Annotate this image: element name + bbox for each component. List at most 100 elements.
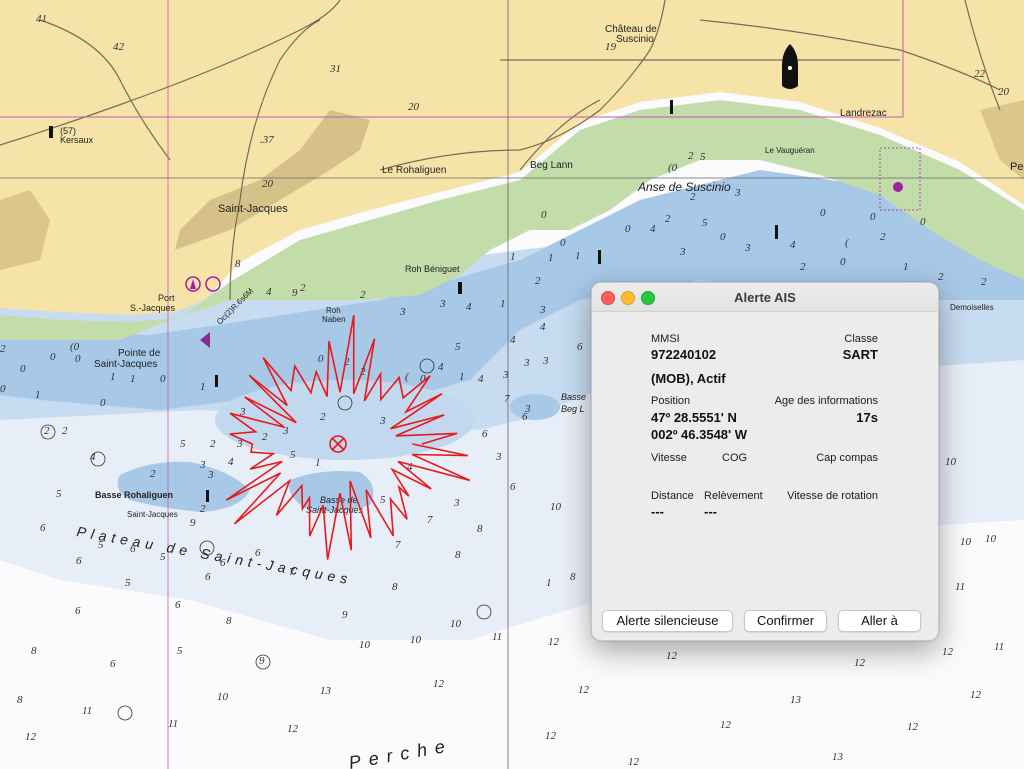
svg-text:10: 10 [359, 639, 371, 651]
small-shoal [510, 394, 560, 420]
svg-text:41: 41 [36, 13, 47, 25]
distance-value: --- [651, 504, 664, 519]
svg-text:5: 5 [700, 151, 706, 163]
svg-text:0: 0 [20, 363, 26, 375]
svg-text:3: 3 [734, 187, 741, 199]
label-basse-rohaliguen: Basse Rohaliguen [95, 490, 173, 500]
svg-text:8: 8 [455, 549, 461, 561]
svg-text:6: 6 [510, 481, 516, 493]
svg-text:10: 10 [945, 456, 957, 468]
svg-text:1: 1 [546, 577, 552, 589]
svg-text:8: 8 [477, 523, 483, 535]
svg-text:12: 12 [548, 636, 560, 648]
go-to-button[interactable]: Aller à [838, 610, 921, 632]
svg-text:12: 12 [545, 730, 557, 742]
svg-text:10: 10 [450, 618, 462, 630]
svg-text:6: 6 [76, 555, 82, 567]
svg-text:13: 13 [790, 694, 802, 706]
svg-text:(0: (0 [668, 162, 678, 174]
label-basse-beg-2: Beg L [561, 404, 585, 414]
svg-text:12: 12 [942, 646, 954, 658]
label-le-rohaliguen: Le Rohaliguen [382, 165, 447, 176]
svg-text:3: 3 [379, 415, 386, 427]
svg-text:6: 6 [175, 599, 181, 611]
label-basse-sj-2: Saint-Jacques [306, 505, 364, 515]
svg-text:0: 0 [625, 223, 631, 235]
svg-text:20: 20 [998, 86, 1010, 98]
svg-text:9: 9 [342, 609, 348, 621]
svg-text:1: 1 [110, 371, 116, 383]
relevement-label: Relèvement [704, 490, 763, 502]
ais-alert-dialog: Alerte AIS MMSI 972240102 Classe SART (M… [591, 282, 939, 641]
svg-text:3: 3 [439, 298, 446, 310]
svg-text:2: 2 [262, 431, 268, 443]
svg-text:12: 12 [666, 650, 678, 662]
svg-text:6: 6 [130, 543, 136, 555]
confirm-button[interactable]: Confirmer [744, 610, 827, 632]
svg-text:0: 0 [100, 397, 106, 409]
rotation-label: Vitesse de rotation [787, 490, 878, 502]
svg-text:4: 4 [510, 334, 516, 346]
svg-text:11: 11 [492, 631, 502, 643]
svg-text:0: 0 [50, 351, 56, 363]
svg-text:0: 0 [720, 231, 726, 243]
svg-text:8: 8 [392, 581, 398, 593]
label-le-vaugueran: Le Vauguéran [765, 146, 815, 155]
svg-text:10: 10 [960, 536, 972, 548]
svg-text:3: 3 [207, 469, 214, 481]
svg-text:2: 2 [150, 468, 156, 480]
svg-text:9: 9 [190, 517, 196, 529]
svg-text:1: 1 [459, 371, 465, 383]
latitude-value: 47º 28.5551' N [651, 410, 737, 425]
label-beg-lann: Beg Lann [530, 160, 573, 171]
label-port-1: Port [158, 293, 175, 303]
svg-text:12: 12 [287, 723, 299, 735]
svg-text:3: 3 [399, 306, 406, 318]
svg-text:2: 2 [300, 282, 306, 294]
svg-text:0: 0 [560, 237, 566, 249]
svg-text:0: 0 [75, 353, 81, 365]
svg-text:2: 2 [44, 425, 50, 437]
svg-text:2: 2 [200, 503, 206, 515]
svg-text:11: 11 [82, 705, 92, 717]
svg-text:20: 20 [408, 101, 420, 113]
svg-text:4: 4 [438, 361, 444, 373]
svg-text:10: 10 [550, 501, 562, 513]
mmsi-label: MMSI [651, 333, 680, 345]
age-value: 17s [856, 410, 878, 425]
svg-text:1: 1 [500, 298, 506, 310]
svg-text:1: 1 [315, 457, 321, 469]
svg-text:10: 10 [410, 634, 422, 646]
svg-text:0: 0 [318, 353, 324, 365]
vitesse-label: Vitesse [651, 452, 687, 464]
svg-text:5: 5 [160, 551, 166, 563]
relevement-value: --- [704, 504, 717, 519]
svg-text:2: 2 [880, 231, 886, 243]
svg-text:22: 22 [974, 68, 986, 80]
label-roh-1: Roh [326, 306, 341, 315]
svg-text:2: 2 [210, 438, 216, 450]
svg-text:3: 3 [539, 304, 546, 316]
svg-text:12: 12 [720, 719, 732, 731]
dialog-title: Alerte AIS [734, 290, 796, 305]
svg-text:2: 2 [535, 275, 541, 287]
svg-text:3: 3 [744, 242, 751, 254]
svg-text:5: 5 [177, 645, 183, 657]
silent-alert-button[interactable]: Alerte silencieuse [602, 610, 733, 632]
label-roh-beniguet: Roh Béniguet [405, 264, 460, 274]
svg-text:1: 1 [548, 252, 554, 264]
svg-text:8: 8 [570, 571, 576, 583]
svg-text:31: 31 [329, 63, 341, 75]
dialog-titlebar[interactable]: Alerte AIS [592, 283, 938, 312]
svg-text:10: 10 [985, 533, 997, 545]
svg-text:4: 4 [790, 239, 796, 251]
svg-text:11: 11 [955, 581, 965, 593]
label-demoiselles: Demoiselles [950, 303, 994, 312]
svg-text:1: 1 [903, 261, 909, 273]
svg-text:5: 5 [380, 494, 386, 506]
svg-text:3: 3 [453, 497, 460, 509]
svg-text:5: 5 [455, 341, 461, 353]
svg-text:4: 4 [266, 286, 272, 298]
svg-text:6: 6 [577, 341, 583, 353]
svg-text:7: 7 [504, 393, 510, 405]
